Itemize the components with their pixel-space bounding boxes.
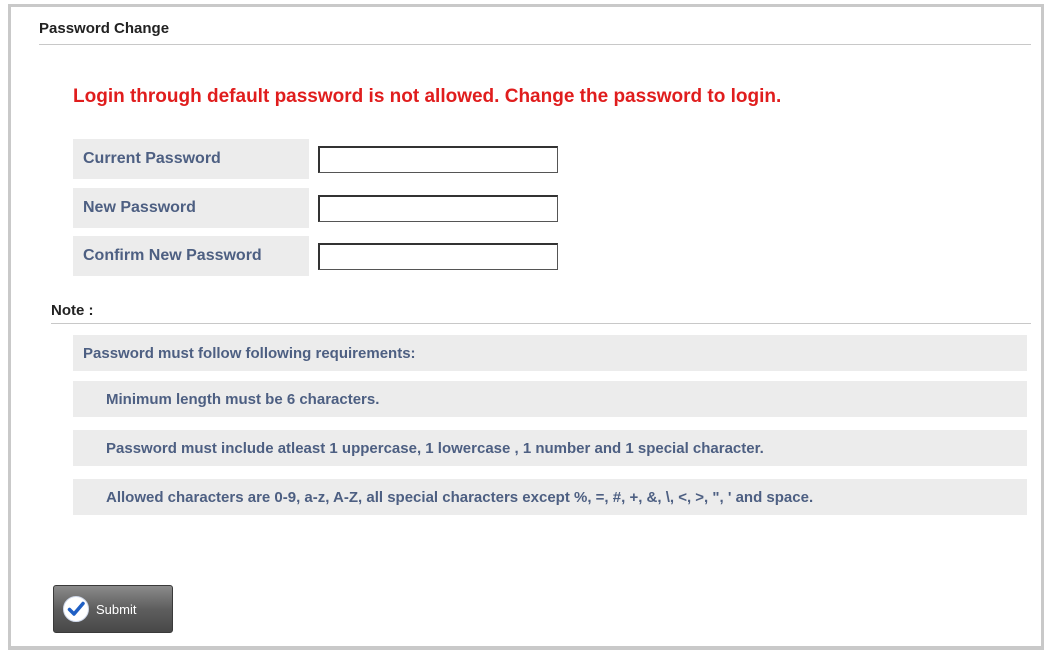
error-message: Login through default password is not al…: [73, 86, 782, 107]
current-password-label: Current Password: [73, 139, 309, 179]
check-circle-icon: [62, 595, 90, 623]
requirement-item: Password must include atleast 1 uppercas…: [73, 430, 1027, 466]
requirements-heading: Password must follow following requireme…: [73, 335, 1027, 371]
title-divider: [39, 44, 1031, 45]
note-title: Note :: [51, 302, 94, 319]
submit-button[interactable]: Submit: [53, 585, 173, 633]
section-title: Password Change: [39, 20, 170, 37]
current-password-input[interactable]: [318, 146, 558, 173]
note-divider: [51, 323, 1031, 324]
new-password-label: New Password: [73, 188, 309, 228]
confirm-password-input[interactable]: [318, 243, 558, 270]
requirement-item: Allowed characters are 0-9, a-z, A-Z, al…: [73, 479, 1027, 515]
new-password-input[interactable]: [318, 195, 558, 222]
submit-label: Submit: [96, 601, 137, 617]
confirm-password-label: Confirm New Password: [73, 236, 309, 276]
requirement-item: Minimum length must be 6 characters.: [73, 381, 1027, 417]
